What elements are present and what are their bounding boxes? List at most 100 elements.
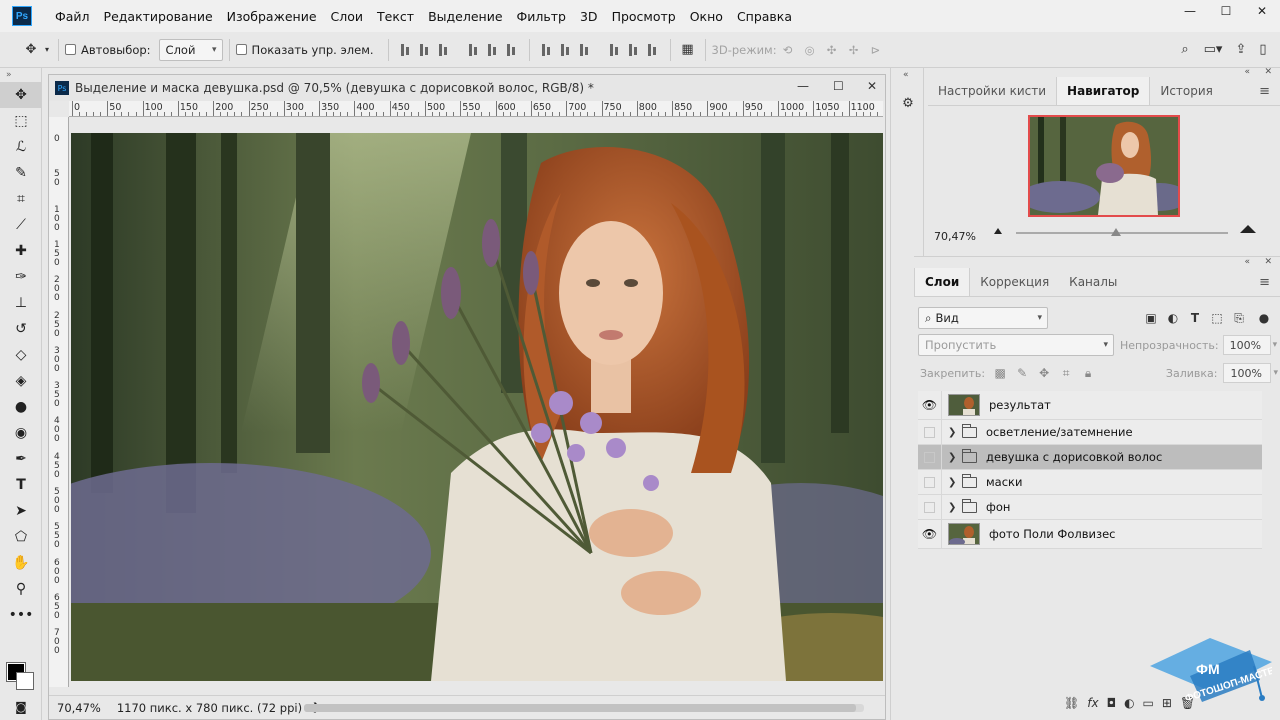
autoselect-checkbox-box[interactable]: [65, 44, 76, 55]
brush-tool-icon[interactable]: ✑: [0, 264, 42, 290]
collapse-toolbar-icon[interactable]: »: [0, 68, 42, 82]
horizontal-scrollbar[interactable]: [304, 704, 864, 712]
zoom-in-icon[interactable]: [1240, 225, 1256, 233]
menu-image[interactable]: Изображение: [220, 9, 324, 24]
doc-close-icon[interactable]: ✕: [867, 79, 877, 93]
align-right-icon[interactable]: [505, 43, 519, 57]
workspace-icon[interactable]: ▭▾: [1196, 39, 1230, 61]
opacity-field[interactable]: 100%: [1222, 335, 1271, 355]
layer-row[interactable]: 👁︎ фото Поли Фолвизес: [918, 520, 1262, 549]
close-panel-icon[interactable]: ✕: [1264, 257, 1272, 267]
visibility-toggle[interactable]: [918, 470, 942, 494]
distribute-bottom-icon[interactable]: [578, 43, 592, 57]
autoselect-checkbox[interactable]: Автовыбор:: [65, 43, 151, 57]
dodge-tool-icon[interactable]: ◉: [0, 420, 42, 446]
crop-tool-icon[interactable]: ⌗: [0, 186, 42, 212]
blur-tool-icon[interactable]: ●: [0, 394, 42, 420]
navigator-zoom-value[interactable]: 70,47%: [934, 230, 976, 243]
panel-menu-icon[interactable]: ≡: [1249, 268, 1280, 296]
lock-position-icon[interactable]: ✥: [1033, 366, 1055, 380]
layer-group-row[interactable]: ❯ фон: [918, 495, 1262, 520]
filter-adjustment-icon[interactable]: ◐: [1162, 309, 1184, 327]
adjustment-layer-icon[interactable]: ◐: [1124, 696, 1134, 710]
layer-group-row[interactable]: ❯ осветление/затемнение: [918, 420, 1262, 445]
close-icon[interactable]: ✕: [1244, 0, 1280, 22]
distribute-vcenter-icon[interactable]: [559, 43, 573, 57]
show-transform-checkbox[interactable]: Показать упр. элем.: [235, 43, 374, 57]
more-tools-icon[interactable]: •••: [0, 602, 42, 628]
navigator-zoom-slider[interactable]: [1016, 232, 1228, 234]
distribute-right-icon[interactable]: [646, 43, 660, 57]
lasso-tool-icon[interactable]: ℒ: [0, 134, 42, 160]
close-panel-icon[interactable]: ✕: [1264, 67, 1272, 77]
quick-mask-icon[interactable]: ◙: [0, 694, 42, 720]
maximize-icon[interactable]: ☐: [1208, 0, 1244, 22]
chevron-down-icon[interactable]: ▾: [1273, 368, 1278, 378]
align-bottom-icon[interactable]: [437, 43, 451, 57]
share-icon[interactable]: ⇪: [1230, 39, 1252, 61]
align-hcenter-icon[interactable]: [486, 43, 500, 57]
tab-channels[interactable]: Каналы: [1059, 268, 1127, 296]
menu-layers[interactable]: Слои: [324, 9, 371, 24]
chevron-right-icon[interactable]: ❯: [948, 452, 956, 463]
filter-toggle-icon[interactable]: ●: [1250, 309, 1278, 327]
align-left-icon[interactable]: [467, 43, 481, 57]
document-tab[interactable]: Ps Выделение и маска девушка.psd @ 70,5%…: [49, 75, 885, 101]
chevron-right-icon[interactable]: ❯: [948, 427, 956, 438]
move-tool-icon[interactable]: ✥: [0, 82, 42, 108]
menu-filter[interactable]: Фильтр: [510, 9, 573, 24]
type-tool-icon[interactable]: T: [0, 472, 42, 498]
bucket-tool-icon[interactable]: ◈: [0, 368, 42, 394]
layer-group-row[interactable]: ❯ маски: [918, 470, 1262, 495]
healing-tool-icon[interactable]: ✚: [0, 238, 42, 264]
shape-tool-icon[interactable]: ⬠: [0, 524, 42, 550]
chevron-right-icon[interactable]: ❯: [948, 502, 956, 513]
doc-maximize-icon[interactable]: ☐: [833, 79, 844, 93]
visibility-toggle[interactable]: [918, 495, 942, 519]
lock-transparent-icon[interactable]: ▩: [989, 366, 1011, 380]
show-transform-checkbox-box[interactable]: [235, 44, 247, 55]
minimize-icon[interactable]: —: [1172, 0, 1208, 22]
pen-tool-icon[interactable]: ✒: [0, 446, 42, 472]
scrollbar-thumb[interactable]: [304, 704, 856, 712]
chevron-down-icon[interactable]: ▾: [1273, 340, 1278, 350]
layer-filter-dropdown[interactable]: ⌕ Вид ▾: [918, 307, 1048, 329]
filter-type-icon[interactable]: T: [1184, 309, 1206, 327]
distribute-top-icon[interactable]: [540, 43, 554, 57]
layer-row[interactable]: 👁︎ результат: [918, 391, 1262, 420]
move-tool-icon[interactable]: ✥: [20, 39, 42, 61]
autoselect-dropdown[interactable]: Слой ▾: [158, 38, 223, 61]
link-layers-icon[interactable]: ⛓: [1064, 696, 1079, 710]
layer-style-fx-icon[interactable]: fx: [1087, 696, 1098, 710]
filter-pixel-icon[interactable]: ▣: [1140, 309, 1162, 327]
canvas-image[interactable]: [71, 133, 883, 681]
eyedropper-tool-icon[interactable]: ⟋: [0, 212, 42, 238]
menu-edit[interactable]: Редактирование: [97, 9, 220, 24]
tool-preset-chevron-icon[interactable]: ▾: [42, 39, 52, 61]
fill-field[interactable]: 100%: [1223, 363, 1272, 383]
tab-layers[interactable]: Слои: [914, 268, 971, 296]
quick-select-tool-icon[interactable]: ✎: [0, 160, 42, 186]
tab-navigator[interactable]: Навигатор: [1056, 77, 1151, 105]
navigator-preview[interactable]: [1028, 115, 1180, 217]
zoom-level[interactable]: 70,47%: [57, 701, 101, 715]
collapse-panel-icon[interactable]: «: [1244, 257, 1250, 267]
menu-type[interactable]: Текст: [370, 9, 421, 24]
tab-brush-settings[interactable]: Настройки кисти: [928, 77, 1056, 105]
menu-help[interactable]: Справка: [730, 9, 799, 24]
visibility-eye-icon[interactable]: 👁︎: [918, 520, 942, 548]
panel-menu-icon[interactable]: ≡: [1249, 77, 1280, 105]
layer-group-row[interactable]: ❯ девушка с дорисовкой волос: [918, 445, 1262, 470]
chevron-right-icon[interactable]: ❯: [948, 477, 956, 488]
lock-all-icon[interactable]: 🔒︎: [1077, 366, 1099, 381]
menu-file[interactable]: Файл: [48, 9, 97, 24]
filter-smart-object-icon[interactable]: ⎘: [1228, 309, 1250, 327]
collapse-dock-icon[interactable]: «: [903, 70, 909, 80]
visibility-toggle[interactable]: [918, 445, 942, 469]
zoom-out-icon[interactable]: [994, 228, 1002, 234]
hand-tool-icon[interactable]: ✋: [0, 550, 42, 576]
panel-toggle-icon[interactable]: ▯: [1252, 39, 1274, 61]
menu-3d[interactable]: 3D: [573, 9, 605, 24]
lock-artboard-icon[interactable]: ⌗: [1055, 366, 1077, 381]
distribute-hcenter-icon[interactable]: [627, 43, 641, 57]
